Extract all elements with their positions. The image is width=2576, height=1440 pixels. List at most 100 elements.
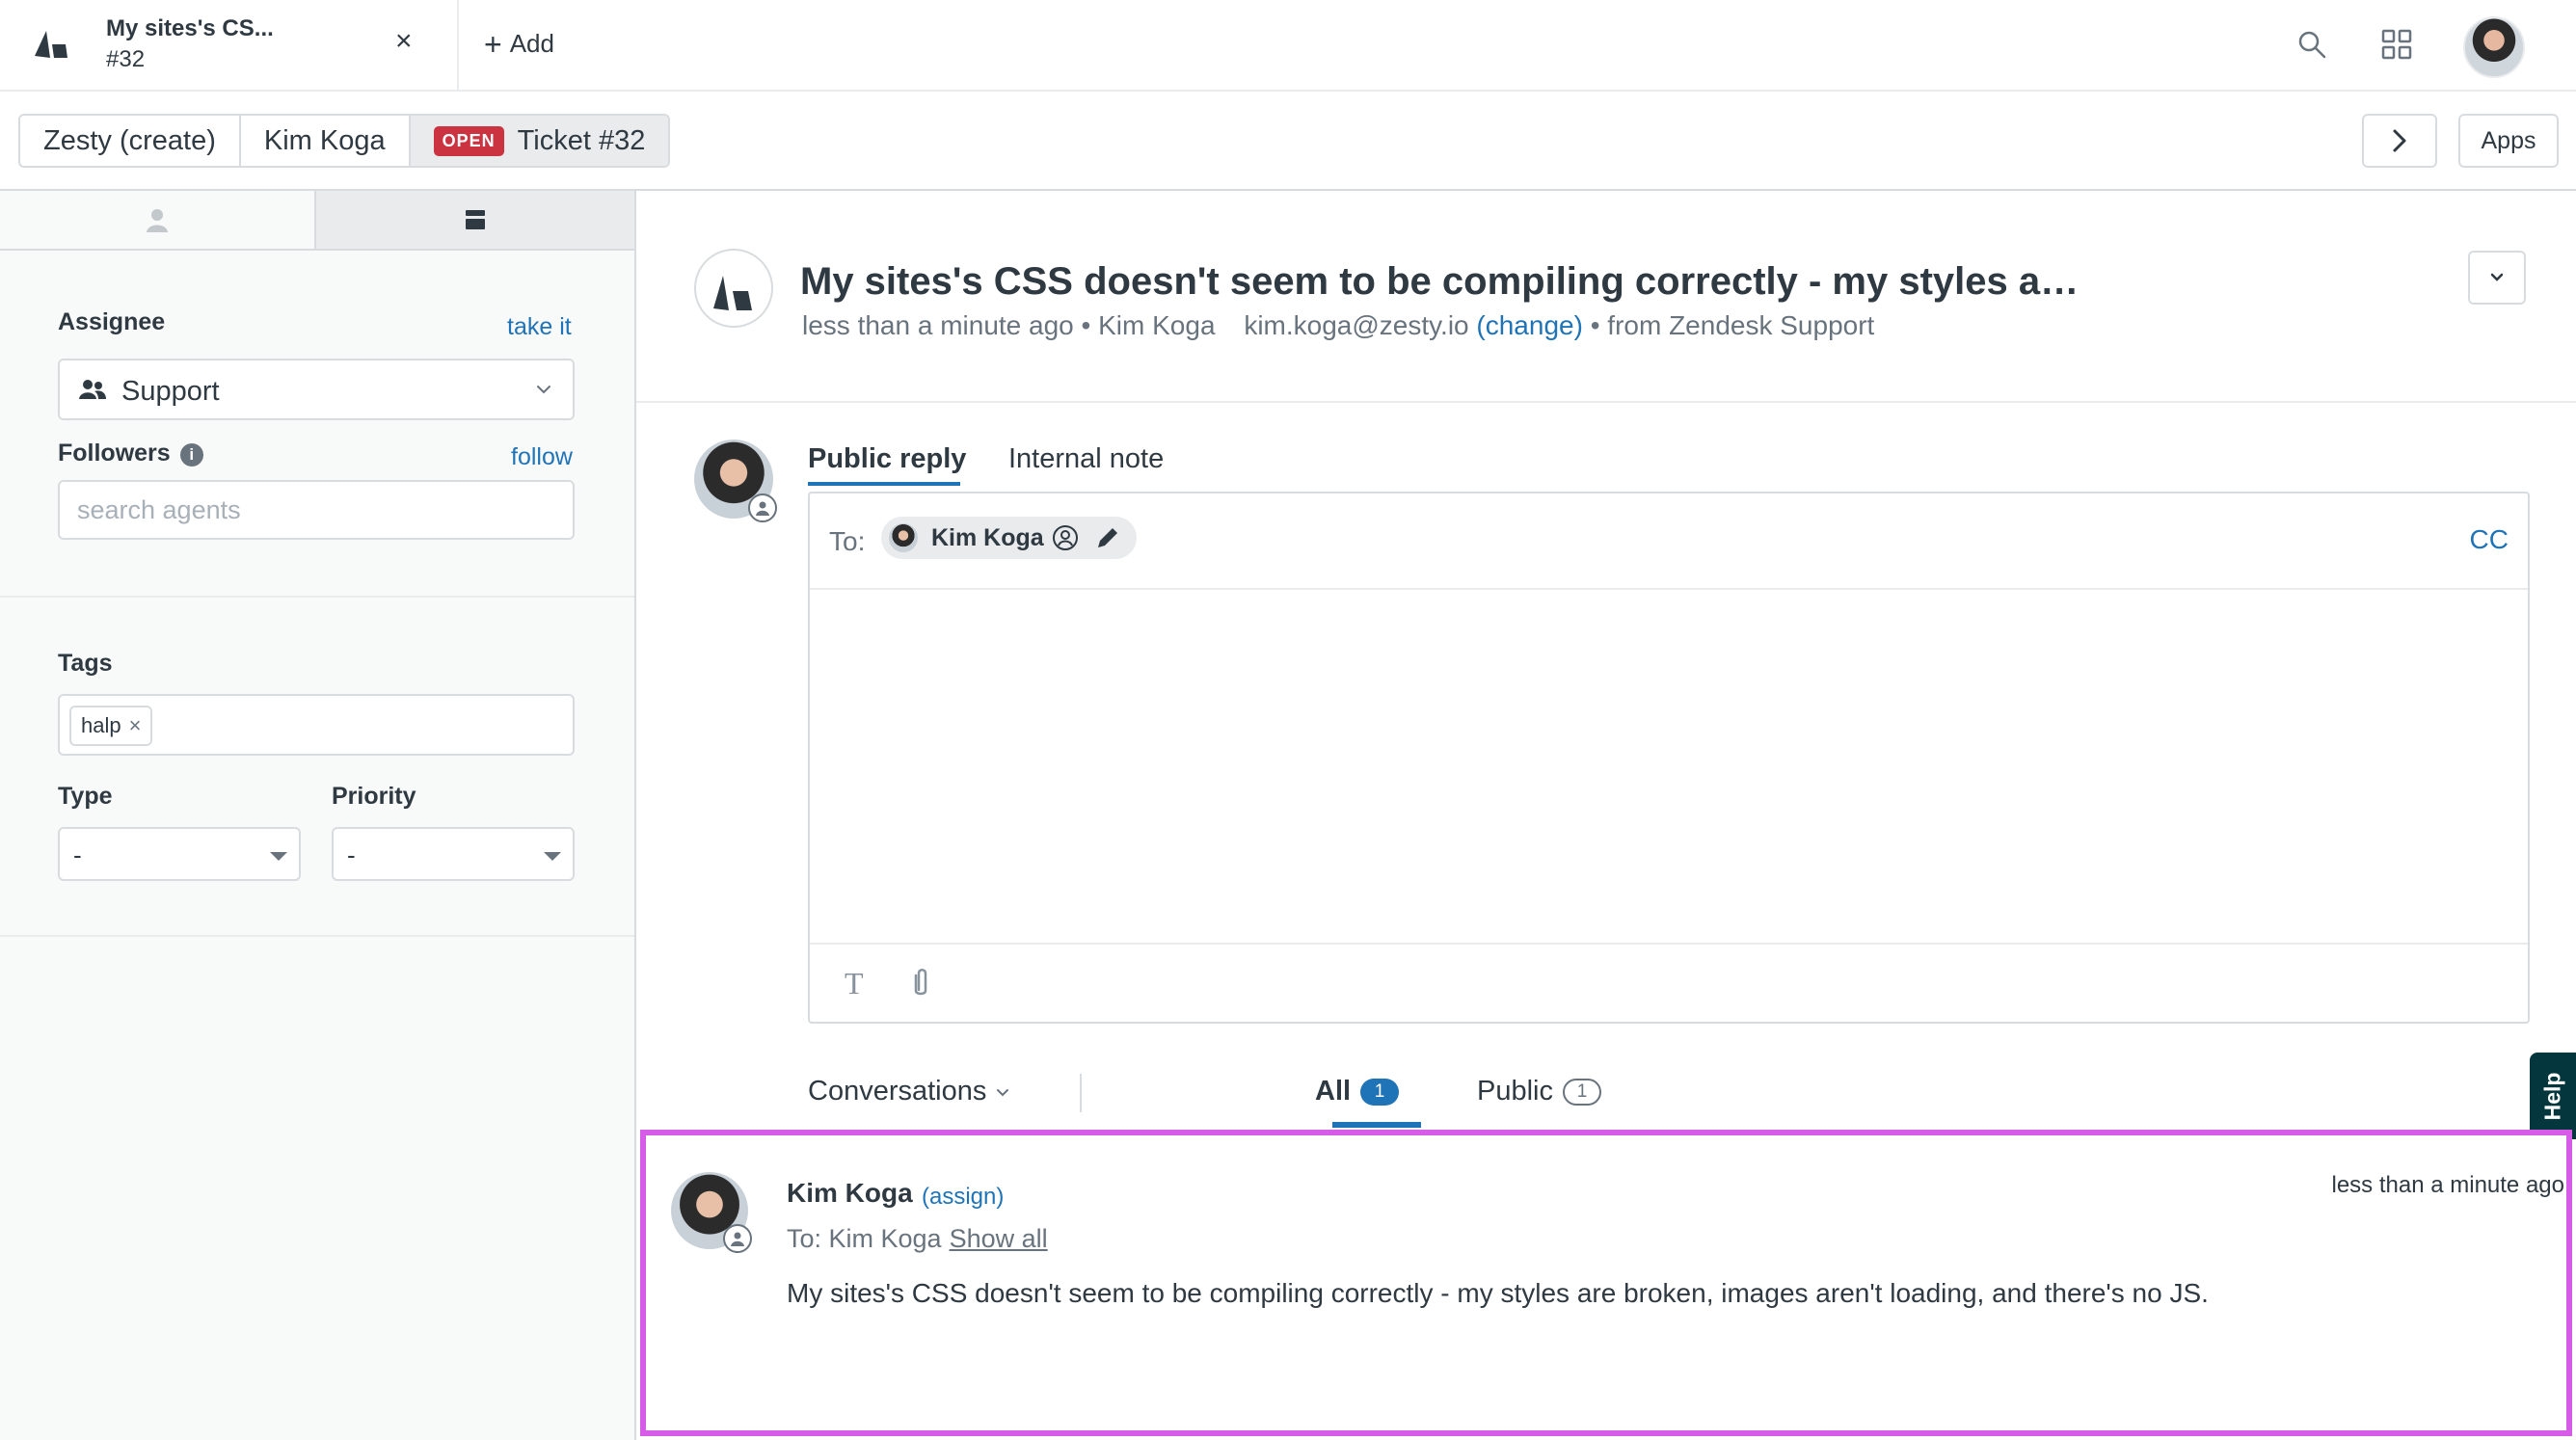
cc-button[interactable]: CC [2470,524,2509,555]
add-tab-button[interactable]: + Add [484,27,554,63]
panel-divider [0,596,634,598]
ticket-source: from Zendesk Support [1607,310,1875,340]
tab-public[interactable]: Public 1 [1477,1076,1601,1107]
tab-divider [457,0,459,92]
followers-search-input[interactable] [60,482,573,538]
header-divider [636,401,2576,403]
recipient-avatar [889,523,918,552]
attachment-icon[interactable] [906,966,935,1000]
conversations-bar: Conversations All 1 Public 1 [808,1068,2576,1128]
followers-label-text: Followers [58,440,171,467]
tab-user-info[interactable] [0,191,314,249]
conversations-divider [1080,1074,1082,1112]
take-it-link[interactable]: take it [507,313,572,341]
reply-textarea[interactable] [810,590,2528,947]
reply-editor: To: Kim Koga CC T [808,492,2530,1024]
type-value: - [73,840,82,869]
ticket-requester: Kim Koga [1098,310,1216,340]
help-label: Help [2539,1072,2565,1120]
help-button[interactable]: Help [2530,1053,2576,1139]
all-count-badge: 1 [1360,1079,1400,1106]
chevron-right-icon [2393,129,2406,152]
text-format-icon[interactable]: T [845,966,864,1001]
top-bar: My sites's CS... #32 × + Add [0,0,2576,92]
tab-ticket-number[interactable]: #32 [106,46,145,73]
caret-down-icon [270,852,287,861]
assignee-select[interactable]: Support [58,359,575,420]
priority-select[interactable]: - [332,827,575,881]
chevron-down-icon [997,1089,1009,1097]
meta-separator: • [1590,310,1608,340]
recipient-chip[interactable]: Kim Koga [881,517,1137,559]
type-label: Type [58,783,113,810]
follow-link[interactable]: follow [511,443,573,471]
breadcrumb-bar: Zesty (create) Kim Koga OPEN Ticket #32 … [0,92,2576,191]
chevron-down-icon [2490,273,2504,281]
ticket-fields-icon [466,210,485,229]
tab-ticket-fields[interactable] [314,191,634,249]
status-badge: OPEN [433,125,504,156]
editor-toolbar: T [810,943,2528,1022]
active-tab-indicator [1332,1122,1421,1128]
conversations-filter[interactable]: Conversations [808,1076,1009,1107]
active-tab-indicator [808,482,960,486]
panel-tabs [0,191,634,251]
tab-all[interactable]: All 1 [1315,1076,1400,1107]
change-requester-link[interactable]: (change) [1476,310,1583,340]
comment-author[interactable]: Kim Koga [787,1178,913,1209]
tag-chip: halp × [69,706,153,746]
tab-title[interactable]: My sites's CS... [106,15,274,42]
ticket-properties-panel: Assignee take it Support Followers i foll… [0,191,636,1440]
breadcrumb-ticket-label: Ticket #32 [517,124,646,156]
tab-public-reply[interactable]: Public reply [808,443,966,475]
add-label: Add [509,29,554,58]
user-avatar[interactable] [2463,16,2525,78]
comment-recipients: To: Kim Koga Show all [787,1224,1048,1254]
tags-label: Tags [58,650,113,677]
search-icon[interactable] [2296,29,2327,60]
breadcrumb-ticket[interactable]: OPEN Ticket #32 [410,116,669,166]
show-all-link[interactable]: Show all [950,1224,1048,1253]
apps-button[interactable]: Apps [2458,114,2559,168]
plus-icon: + [484,27,502,62]
type-select[interactable]: - [58,827,301,881]
conversation-comment: Kim Koga (assign) less than a minute ago… [640,1130,2572,1436]
user-icon [756,501,769,516]
comment-author-badge [723,1224,752,1253]
assign-link[interactable]: (assign) [922,1184,1004,1211]
to-label: To: [829,526,866,556]
next-ticket-button[interactable] [2362,114,2437,168]
zendesk-logo-icon [35,31,67,58]
ticket-options-button[interactable] [2468,251,2526,305]
tags-field[interactable]: halp × [58,694,575,756]
agent-badge [748,493,777,522]
public-count-badge: 1 [1563,1079,1601,1106]
ticket-title: My sites's CSS doesn't seem to be compil… [800,260,2092,303]
assignee-label: Assignee [58,308,166,335]
user-circle-icon [1052,525,1078,550]
comment-timestamp: less than a minute ago [2331,1172,2565,1198]
breadcrumb-organization[interactable]: Zesty (create) [20,116,241,166]
caret-down-icon [544,852,561,861]
info-icon[interactable]: i [179,443,203,467]
remove-tag-icon[interactable]: × [129,713,142,738]
user-icon [147,209,168,232]
apps-grid-icon[interactable] [2381,29,2412,60]
panel-divider [0,935,634,937]
pencil-icon[interactable] [1094,524,1121,551]
tab-all-label: All [1315,1076,1352,1107]
followers-field [58,480,575,540]
user-icon [731,1232,744,1246]
zendesk-logo-icon [713,276,752,310]
ticket-created-time: less than a minute ago [802,310,1074,340]
recipient-name: Kim Koga [931,523,1044,551]
breadcrumb-requester[interactable]: Kim Koga [240,116,411,166]
tab-internal-note[interactable]: Internal note [1008,443,1164,475]
breadcrumb: Zesty (create) Kim Koga OPEN Ticket #32 [18,114,671,168]
assignee-value: Support [121,376,220,407]
comment-body: My sites's CSS doesn't seem to be compil… [787,1278,2209,1308]
recipients-row: To: Kim Koga CC [810,493,2528,590]
priority-value: - [347,840,356,869]
close-tab-button[interactable]: × [395,27,413,56]
conversations-filter-label: Conversations [808,1076,987,1107]
